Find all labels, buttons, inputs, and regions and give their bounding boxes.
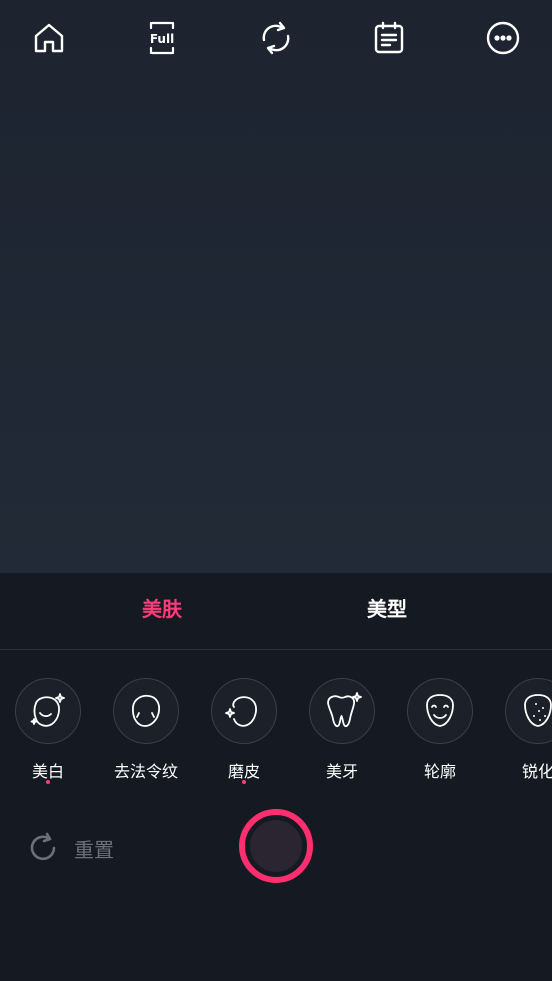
feature-list: 美白 去法令纹 磨皮 美牙 轮廓 锐化: [0, 678, 552, 788]
shutter-button[interactable]: [239, 809, 313, 883]
more-icon: [486, 21, 520, 55]
feature-smile-lines-circle: [113, 678, 179, 744]
feature-sharpen[interactable]: 锐化: [490, 678, 552, 788]
feature-smoothing-label: 磨皮: [227, 762, 260, 781]
feature-smile-lines-label: 去法令纹: [113, 762, 178, 781]
full-screen-button[interactable]: Full: [142, 18, 182, 58]
feature-whitening[interactable]: 美白: [0, 678, 98, 788]
camera-screen: Full 美肤 美型 美白 去法令纹 磨皮 美牙 轮廓 锐化 重置: [0, 0, 552, 981]
smoothing-face-icon: [225, 696, 257, 727]
feature-contour-circle: [407, 678, 473, 744]
sharpen-face-icon: [524, 694, 552, 727]
feature-contour-label: 轮廓: [423, 762, 456, 781]
reset-button[interactable]: 重置: [26, 828, 114, 868]
feature-teeth-label: 美牙: [325, 762, 358, 781]
tooth-icon: [327, 692, 362, 728]
feature-whitening-label: 美白: [31, 762, 64, 781]
full-screen-icon: Full: [150, 21, 174, 55]
top-toolbar: Full: [0, 0, 552, 76]
notes-icon: [374, 21, 404, 54]
full-label: Full: [150, 32, 174, 46]
contour-face-icon: [426, 694, 454, 727]
whitening-face-icon: [30, 693, 65, 727]
beauty-tabs: 美肤 美型: [0, 573, 552, 650]
feature-smoothing-circle: [211, 678, 277, 744]
shutter-inner: [250, 820, 302, 872]
feature-smoothing[interactable]: 磨皮: [196, 678, 294, 788]
reset-label: 重置: [74, 837, 114, 862]
camera-preview[interactable]: [0, 0, 552, 573]
reset-icon: [30, 832, 56, 861]
switch-camera-button[interactable]: [256, 18, 296, 58]
smile-lines-face-icon: [132, 694, 161, 727]
feature-sharpen-label: 锐化: [521, 762, 552, 781]
home-icon: [34, 23, 64, 53]
switch-camera-icon: [262, 21, 290, 55]
feature-whitening-circle: [15, 678, 81, 744]
feature-sharpen-circle: [505, 678, 552, 744]
feature-contour[interactable]: 轮廓: [392, 678, 490, 788]
feature-smoothing-modified-dot: [242, 780, 246, 784]
feature-whitening-modified-dot: [46, 780, 50, 784]
tab-skin[interactable]: 美肤: [142, 593, 182, 622]
feature-smile-lines[interactable]: 去法令纹: [98, 678, 196, 788]
tab-shape[interactable]: 美型: [367, 593, 407, 622]
home-button[interactable]: [29, 18, 69, 58]
more-button[interactable]: [483, 18, 523, 58]
beauty-panel: 美肤 美型 美白 去法令纹 磨皮 美牙 轮廓 锐化 重置: [0, 573, 552, 981]
feature-teeth[interactable]: 美牙: [294, 678, 392, 788]
notes-button[interactable]: [369, 18, 409, 58]
feature-teeth-circle: [309, 678, 375, 744]
